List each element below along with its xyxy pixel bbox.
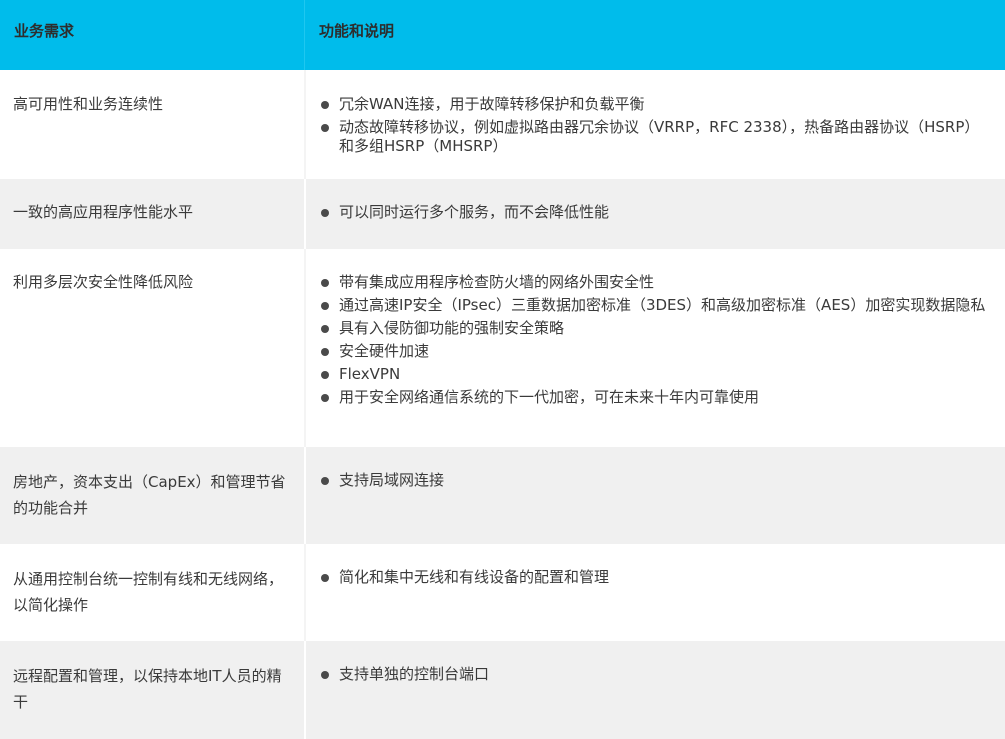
table-row: 房地产，资本支出（CapEx）和管理节省的功能合并 支持局域网连接 — [0, 447, 1005, 544]
feature-item: FlexVPN — [320, 365, 991, 384]
feature-item: 通过高速IP安全（IPsec）三重数据加密标准（3DES）和高级加密标准（AES… — [320, 296, 991, 315]
table-row: 远程配置和管理，以保持本地IT人员的精干 支持单独的控制台端口 — [0, 641, 1005, 739]
feature-item: 可以同时运行多个服务，而不会降低性能 — [320, 203, 991, 222]
feature-item: 带有集成应用程序检查防火墙的网络外围安全性 — [320, 273, 991, 292]
bullet-icon — [321, 477, 329, 485]
bullet-icon — [321, 348, 329, 356]
feature-list: 简化和集中无线和有线设备的配置和管理 — [320, 568, 991, 587]
features-cell: 冗余WAN连接，用于故障转移保护和负载平衡 动态故障转移协议，例如虚拟路由器冗余… — [304, 70, 1005, 179]
features-cell: 简化和集中无线和有线设备的配置和管理 — [304, 544, 1005, 641]
feature-item: 支持局域网连接 — [320, 471, 991, 490]
bullet-icon — [321, 325, 329, 333]
feature-item: 冗余WAN连接，用于故障转移保护和负载平衡 — [320, 95, 991, 114]
business-need-cell: 利用多层次安全性降低风险 — [13, 273, 194, 291]
features-cell: 带有集成应用程序检查防火墙的网络外围安全性 通过高速IP安全（IPsec）三重数… — [304, 249, 1005, 447]
business-need-cell: 房地产，资本支出（CapEx）和管理节省的功能合并 — [13, 473, 286, 517]
feature-item: 具有入侵防御功能的强制安全策略 — [320, 319, 991, 338]
bullet-icon — [321, 302, 329, 310]
bullet-icon — [321, 124, 329, 132]
feature-list: 支持单独的控制台端口 — [320, 665, 991, 684]
table-header: 业务需求 功能和说明 — [0, 0, 1005, 70]
bullet-icon — [321, 101, 329, 109]
bullet-icon — [321, 671, 329, 679]
business-need-cell: 一致的高应用程序性能水平 — [13, 203, 194, 221]
header-business-need: 业务需求 — [14, 22, 75, 40]
feature-item: 安全硬件加速 — [320, 342, 991, 361]
bullet-icon — [321, 574, 329, 582]
bullet-icon — [321, 209, 329, 217]
feature-list: 可以同时运行多个服务，而不会降低性能 — [320, 203, 991, 222]
feature-item: 简化和集中无线和有线设备的配置和管理 — [320, 568, 991, 587]
business-need-cell: 从通用控制台统一控制有线和无线网络，以简化操作 — [13, 570, 284, 614]
table-row: 从通用控制台统一控制有线和无线网络，以简化操作 简化和集中无线和有线设备的配置和… — [0, 544, 1005, 641]
features-cell: 可以同时运行多个服务，而不会降低性能 — [304, 179, 1005, 249]
header-features: 功能和说明 — [304, 0, 1005, 70]
feature-item: 动态故障转移协议，例如虚拟路由器冗余协议（VRRP，RFC 2338），热备路由… — [320, 118, 991, 156]
table-row: 高可用性和业务连续性 冗余WAN连接，用于故障转移保护和负载平衡 动态故障转移协… — [0, 70, 1005, 179]
business-need-cell: 远程配置和管理，以保持本地IT人员的精干 — [13, 667, 282, 711]
feature-item: 用于安全网络通信系统的下一代加密，可在未来十年内可靠使用 — [320, 388, 991, 407]
requirements-table: 业务需求 功能和说明 高可用性和业务连续性 冗余WAN连接，用于故障转移保护和负… — [0, 0, 1005, 739]
bullet-icon — [321, 279, 329, 287]
feature-list: 冗余WAN连接，用于故障转移保护和负载平衡 动态故障转移协议，例如虚拟路由器冗余… — [320, 95, 991, 156]
features-cell: 支持局域网连接 — [304, 447, 1005, 544]
table-row: 利用多层次安全性降低风险 带有集成应用程序检查防火墙的网络外围安全性 通过高速I… — [0, 249, 1005, 447]
feature-list: 带有集成应用程序检查防火墙的网络外围安全性 通过高速IP安全（IPsec）三重数… — [320, 273, 991, 407]
bullet-icon — [321, 394, 329, 402]
features-cell: 支持单独的控制台端口 — [304, 641, 1005, 739]
table-row: 一致的高应用程序性能水平 可以同时运行多个服务，而不会降低性能 — [0, 179, 1005, 249]
bullet-icon — [321, 371, 329, 379]
feature-list: 支持局域网连接 — [320, 471, 991, 490]
feature-item: 支持单独的控制台端口 — [320, 665, 991, 684]
business-need-cell: 高可用性和业务连续性 — [13, 95, 164, 113]
